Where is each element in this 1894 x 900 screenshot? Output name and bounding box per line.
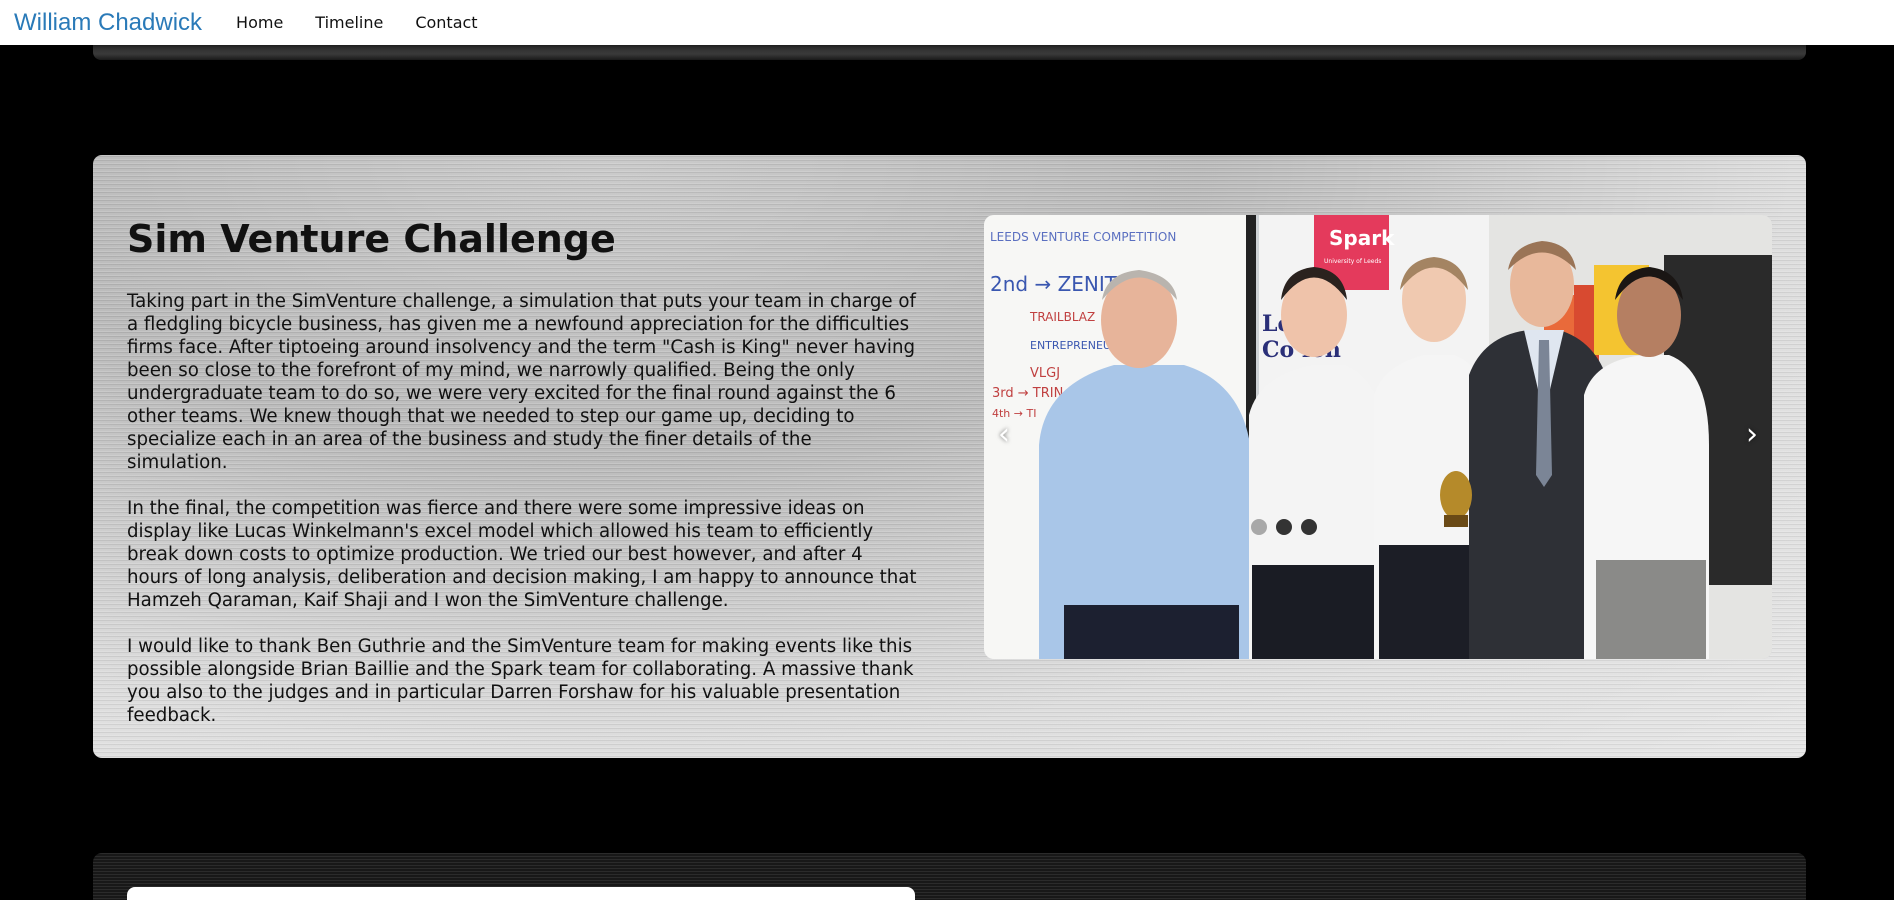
carousel-prev-button[interactable]: ‹ (998, 420, 1010, 450)
next-section-panel (93, 853, 1806, 900)
whiteboard-line-4: VLGJ (1030, 366, 1060, 381)
paragraph-3: I would like to thank Ben Guthrie and th… (127, 636, 914, 726)
nav-link-home[interactable]: Home (236, 13, 283, 32)
section-title: Sim Venture Challenge (127, 217, 616, 261)
whiteboard-line-5: 3rd → TRIN (992, 386, 1063, 401)
banner-logo: Spark (1329, 226, 1395, 250)
whiteboard-line-2: TRAILBLAZ (1029, 310, 1095, 324)
photo-carousel[interactable]: LEEDS VENTURE COMPETITION 2nd → ZENITH T… (984, 215, 1772, 659)
whiteboard-heading: LEEDS VENTURE COMPETITION (990, 230, 1176, 244)
previous-section-edge (93, 45, 1806, 60)
section-body: Taking part in the SimVenture challenge,… (127, 290, 917, 750)
carousel-next-button[interactable]: › (1746, 420, 1758, 450)
carousel-dot-3[interactable] (1301, 519, 1317, 535)
carousel-dot-1[interactable] (1251, 519, 1267, 535)
sim-venture-card: Sim Venture Challenge Taking part in the… (93, 155, 1806, 758)
banner-sub: University of Leeds (1324, 258, 1381, 265)
paragraph-2: In the final, the competition was fierce… (127, 498, 917, 611)
carousel-dot-2[interactable] (1276, 519, 1292, 535)
team-photo: LEEDS VENTURE COMPETITION 2nd → ZENITH T… (984, 215, 1772, 659)
paragraph-1: Taking part in the SimVenture challenge,… (127, 291, 916, 473)
carousel-indicators (1251, 519, 1317, 535)
nav-link-timeline[interactable]: Timeline (315, 13, 383, 32)
next-section-content-box (127, 887, 915, 900)
top-navbar: William Chadwick Home Timeline Contact (0, 0, 1894, 45)
nav-link-contact[interactable]: Contact (415, 13, 477, 32)
brand-link[interactable]: William Chadwick (14, 9, 202, 37)
